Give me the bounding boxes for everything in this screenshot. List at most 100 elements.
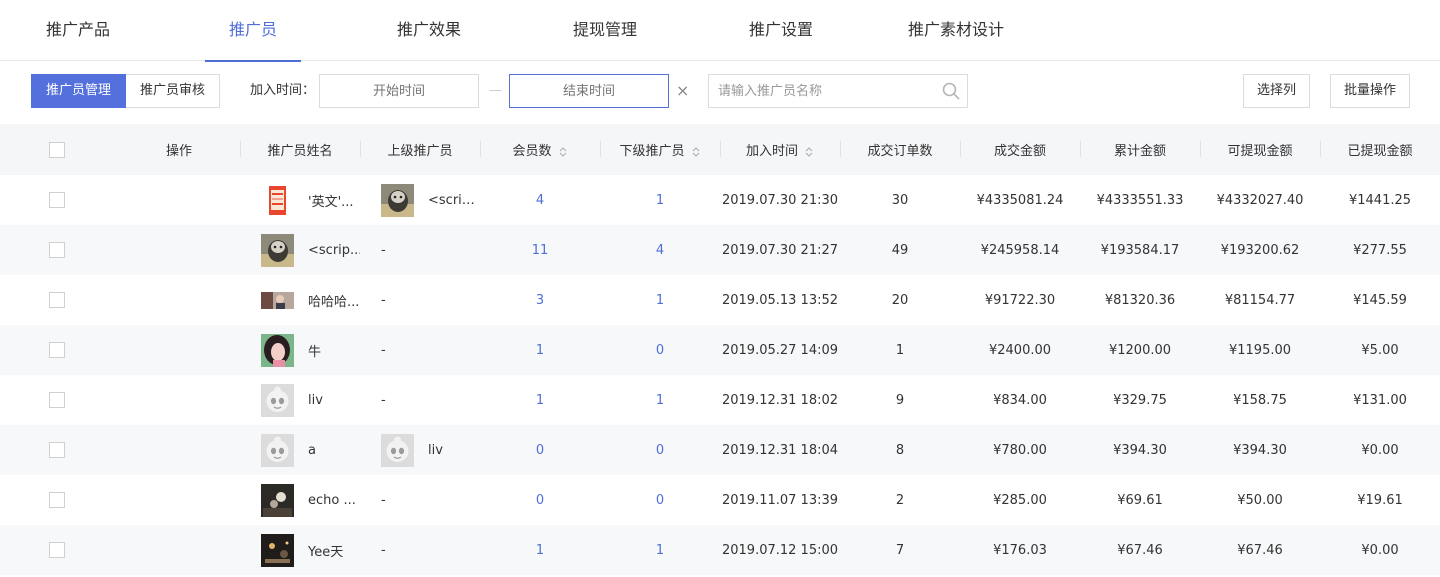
table-row: echo ... - 0 0 2019.11.07 13:39 2 ¥285.00 ¥69.6… (0, 475, 1440, 525)
sub-cell: 4 (600, 225, 720, 275)
join-time-cell: 2019.07.30 21:27 (721, 242, 839, 258)
col-sub-promoters[interactable]: 下级推广员 (600, 124, 720, 175)
tab-promoters[interactable]: 推广员 (204, 0, 302, 62)
deal-amount-cell: ¥176.03 (993, 542, 1047, 558)
sort-icon[interactable] (691, 146, 701, 158)
orders-cell: 49 (891, 242, 909, 258)
parent-cell: - (360, 275, 480, 325)
tab-withdrawal[interactable]: 提现管理 (573, 0, 637, 61)
members-link[interactable]: 1 (536, 343, 544, 358)
view-segment: 推广员管理 推广员审核 (31, 74, 221, 108)
promoter-name: 哈哈哈... (308, 294, 360, 310)
row-checkbox[interactable] (49, 192, 65, 208)
select-columns-button[interactable]: 选择列 (1243, 74, 1311, 108)
members-link[interactable]: 1 (536, 543, 544, 558)
sub-cell: 1 (600, 175, 720, 225)
row-checkbox[interactable] (49, 442, 65, 458)
tab-effect[interactable]: 推广效果 (397, 0, 461, 61)
sub-promoters-link[interactable]: 4 (656, 243, 664, 258)
search-box (708, 74, 968, 108)
col-members[interactable]: 会员数 (480, 124, 600, 175)
row-checkbox[interactable] (49, 242, 65, 258)
operations-cell (114, 475, 240, 525)
end-time-input[interactable] (509, 74, 669, 108)
join-time-cell: 2019.12.31 18:02 (721, 392, 839, 408)
sub-promoters-link[interactable]: 0 (656, 443, 664, 458)
default-panda-avatar (261, 383, 294, 417)
girl-photo-avatar (261, 333, 294, 367)
row-checkbox[interactable] (49, 342, 65, 358)
sub-promoters-link[interactable]: 1 (656, 193, 664, 208)
table-row: Yee天 - 1 1 2019.07.12 15:00 7 ¥176.03 ¥67.46 ¥67… (0, 525, 1440, 575)
total-amount-cell: ¥81320.36 (1104, 292, 1176, 308)
name-cell: liv (240, 375, 360, 425)
members-cell: 1 (480, 525, 600, 575)
orders-cell: 9 (895, 392, 905, 408)
row-checkbox[interactable] (49, 292, 65, 308)
parent-name: liv (428, 442, 443, 458)
sub-promoters-link[interactable]: 1 (656, 543, 664, 558)
sub-promoters-link[interactable]: 0 (656, 343, 664, 358)
batch-operations-button[interactable]: 批量操作 (1330, 74, 1411, 108)
name-cell: '英文'... (240, 175, 360, 225)
members-cell: 1 (480, 325, 600, 375)
table-row: <scrip... - 11 4 2019.07.30 21:27 49 ¥245958.1… (0, 225, 1440, 275)
sub-promoters-link[interactable]: 0 (656, 493, 664, 508)
row-select-cell (0, 225, 114, 275)
total-amount-cell: ¥193584.17 (1100, 242, 1180, 258)
tab-settings[interactable]: 推广设置 (749, 0, 813, 61)
tab-material-design[interactable]: 推广素材设计 (908, 0, 1004, 61)
orders-cell: 2 (895, 492, 905, 508)
parent-name: - (381, 242, 386, 258)
members-cell: 0 (480, 475, 600, 525)
start-time-input[interactable] (319, 74, 479, 108)
tab-products[interactable]: 推广产品 (46, 0, 110, 61)
col-join-time[interactable]: 加入时间 (720, 124, 840, 175)
withdrawn-cell: ¥145.59 (1353, 292, 1407, 308)
parent-name: - (381, 392, 386, 408)
members-link[interactable]: 4 (536, 193, 544, 208)
col-time-label: 加入时间 (745, 144, 798, 159)
members-link[interactable]: 11 (532, 243, 549, 258)
col-withdrawn: 已提现金额 (1320, 124, 1440, 175)
members-link[interactable]: 0 (536, 443, 544, 458)
row-checkbox[interactable] (49, 542, 65, 558)
name-cell: 哈哈哈... (240, 275, 360, 325)
row-checkbox[interactable] (49, 492, 65, 508)
sort-icon[interactable] (804, 146, 814, 158)
sub-cell: 1 (600, 275, 720, 325)
row-checkbox[interactable] (49, 392, 65, 408)
search-icon[interactable] (941, 81, 961, 101)
parent-name: - (381, 292, 386, 308)
parent-cell: liv (360, 425, 480, 475)
members-link[interactable]: 1 (536, 393, 544, 408)
promoter-review-button[interactable]: 推广员审核 (126, 74, 221, 108)
total-amount-cell: ¥1200.00 (1108, 342, 1172, 358)
sub-promoters-link[interactable]: 1 (656, 393, 664, 408)
withdrawable-cell: ¥394.30 (1233, 442, 1287, 458)
members-link[interactable]: 3 (536, 293, 544, 308)
sort-icon[interactable] (558, 146, 568, 158)
join-time-cell: 2019.11.07 13:39 (721, 492, 839, 508)
clear-date-icon[interactable]: × (676, 74, 689, 108)
join-time-cell: 2019.12.31 18:04 (721, 442, 839, 458)
row-select-cell (0, 375, 114, 425)
cat-photo-avatar (381, 183, 414, 217)
table-header-row: 操作 推广员姓名 上级推广员 会员数 下级推广员 加入时间 成交订单数 成交金额… (0, 124, 1440, 175)
parent-cell: - (360, 475, 480, 525)
total-amount-cell: ¥4333551.33 (1096, 192, 1184, 208)
promoter-name: <scrip... (308, 242, 360, 258)
operations-cell (114, 225, 240, 275)
join-time-cell: 2019.07.12 15:00 (721, 542, 839, 558)
promoter-search-input[interactable] (709, 75, 935, 107)
members-link[interactable]: 0 (536, 493, 544, 508)
withdrawable-cell: ¥50.00 (1237, 492, 1283, 508)
deal-amount-cell: ¥245958.14 (980, 242, 1060, 258)
sub-promoters-link[interactable]: 1 (656, 293, 664, 308)
withdrawn-cell: ¥131.00 (1353, 392, 1407, 408)
promoter-management-button[interactable]: 推广员管理 (31, 74, 127, 108)
sub-cell: 0 (600, 475, 720, 525)
select-all-checkbox[interactable] (49, 141, 65, 158)
promoter-name: echo ... (308, 492, 356, 508)
total-amount-cell: ¥67.46 (1117, 542, 1163, 558)
